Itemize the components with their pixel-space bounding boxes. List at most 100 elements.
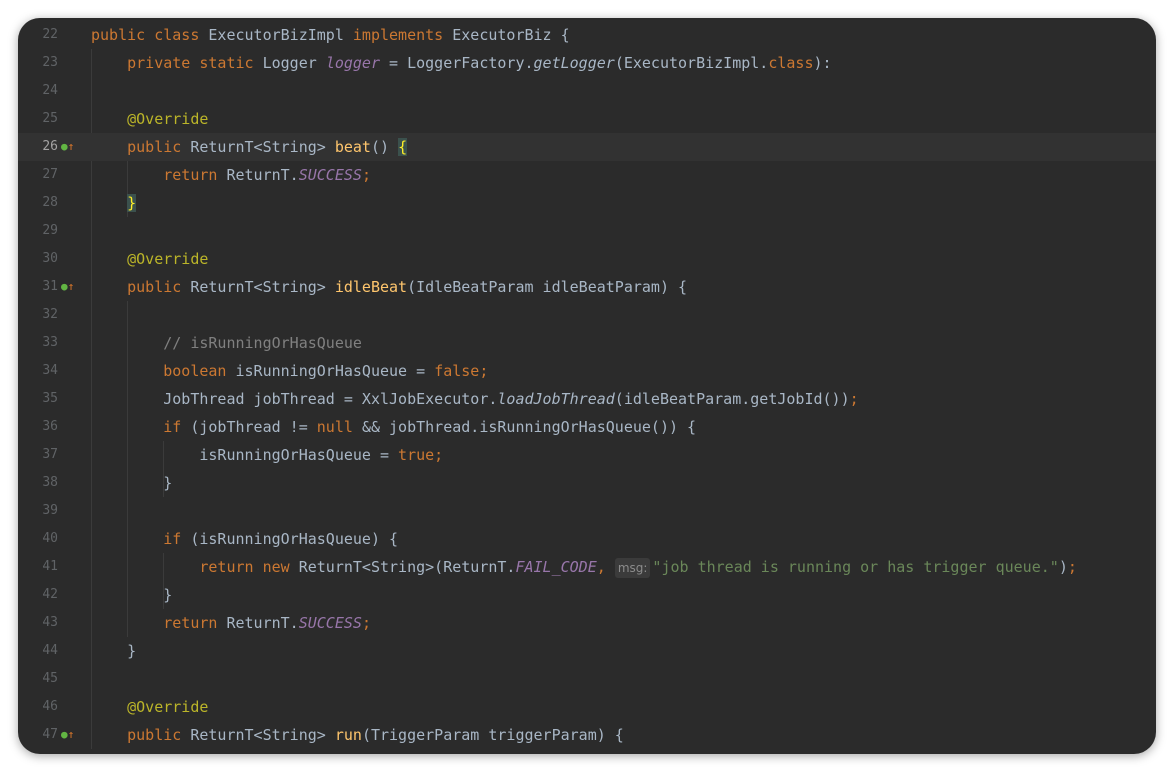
line-number[interactable]: 29 <box>18 217 58 245</box>
line-number[interactable]: 44 <box>18 637 58 665</box>
code-text[interactable]: JobThread jobThread = XxlJobExecutor.loa… <box>91 385 858 413</box>
line-number[interactable]: 26 <box>18 133 58 161</box>
code-text[interactable]: return ReturnT.SUCCESS; <box>91 161 371 189</box>
code-token: public class <box>91 26 209 44</box>
line-number[interactable]: 37 <box>18 441 58 469</box>
code-token: logger <box>325 54 380 72</box>
line-number[interactable]: 43 <box>18 609 58 637</box>
code-text[interactable]: if (jobThread != null && jobThread.isRun… <box>91 413 696 441</box>
code-token: } <box>127 194 137 212</box>
code-text[interactable]: isRunningOrHasQueue = true; <box>91 441 443 469</box>
line-number[interactable]: 39 <box>18 497 58 525</box>
code-token: && jobThread.isRunningOrHasQueue()) { <box>361 418 697 436</box>
code-line[interactable]: 36 if (jobThread != null && jobThread.is… <box>18 413 1156 441</box>
code-line[interactable]: 32 <box>18 301 1156 329</box>
code-token: beat <box>334 138 371 156</box>
line-number[interactable]: 41 <box>18 553 58 581</box>
code-token: loadJobThread <box>497 390 615 408</box>
line-number[interactable]: 33 <box>18 329 58 357</box>
code-line[interactable]: 26 ●↑ public ReturnT<String> beat() { <box>18 133 1156 161</box>
line-number[interactable]: 22 <box>18 21 58 49</box>
line-number[interactable]: 40 <box>18 525 58 553</box>
code-line[interactable]: 46 @Override <box>18 693 1156 721</box>
code-text[interactable]: } <box>91 189 137 217</box>
code-line[interactable]: 42 } <box>18 581 1156 609</box>
code-token: class <box>768 54 814 72</box>
code-token: @Override <box>127 250 209 268</box>
code-text[interactable]: } <box>91 581 172 609</box>
line-number[interactable]: 38 <box>18 469 58 497</box>
code-token: SUCCESS <box>298 614 362 632</box>
code-line[interactable]: 35 JobThread jobThread = XxlJobExecutor.… <box>18 385 1156 413</box>
code-text[interactable]: public ReturnT<String> beat() { <box>91 133 408 161</box>
code-line[interactable]: 22 public class ExecutorBizImpl implement… <box>18 21 1156 49</box>
code-token: , <box>596 558 615 576</box>
code-line[interactable]: 33 // isRunningOrHasQueue <box>18 329 1156 357</box>
implements-method-icon[interactable]: ●↑ <box>61 133 74 161</box>
line-number[interactable]: 34 <box>18 357 58 385</box>
code-line[interactable]: 31 ●↑ public ReturnT<String> idleBeat(Idl… <box>18 273 1156 301</box>
code-token: ExecutorBiz { <box>452 26 570 44</box>
code-line[interactable]: 24 <box>18 77 1156 105</box>
line-number[interactable]: 35 <box>18 385 58 413</box>
line-number[interactable]: 47 <box>18 721 58 749</box>
code-line[interactable]: 25 @Override <box>18 105 1156 133</box>
line-number[interactable]: 28 <box>18 189 58 217</box>
code-line[interactable]: 37 isRunningOrHasQueue = true; <box>18 441 1156 469</box>
code-text[interactable]: public class ExecutorBizImpl implements … <box>91 21 570 49</box>
code-line[interactable]: 34 boolean isRunningOrHasQueue = false; <box>18 357 1156 385</box>
line-number[interactable]: 23 <box>18 49 58 77</box>
line-number[interactable]: 24 <box>18 77 58 105</box>
code-line[interactable]: 45 <box>18 665 1156 693</box>
code-token: isRunningOrHasQueue = <box>235 362 435 380</box>
line-number[interactable]: 42 <box>18 581 58 609</box>
line-number[interactable]: 36 <box>18 413 58 441</box>
code-text[interactable]: @Override <box>91 693 208 721</box>
code-token: @Override <box>127 698 209 716</box>
code-line[interactable]: 44 } <box>18 637 1156 665</box>
code-line[interactable]: 41 return new ReturnT<String>(ReturnT.FA… <box>18 553 1156 581</box>
implements-method-icon[interactable]: ●↑ <box>61 721 74 749</box>
code-line[interactable]: 28 } <box>18 189 1156 217</box>
line-number[interactable]: 45 <box>18 665 58 693</box>
code-text[interactable]: return ReturnT.SUCCESS; <box>91 609 371 637</box>
code-line[interactable]: 27 return ReturnT.SUCCESS; <box>18 161 1156 189</box>
implements-method-icon[interactable]: ●↑ <box>61 273 74 301</box>
code-text[interactable]: public ReturnT<String> idleBeat(IdleBeat… <box>91 273 687 301</box>
code-text[interactable]: return new ReturnT<String>(ReturnT.FAIL_… <box>91 553 1077 581</box>
code-editor[interactable]: 22 public class ExecutorBizImpl implement… <box>18 18 1156 754</box>
code-line[interactable]: 40 if (isRunningOrHasQueue) { <box>18 525 1156 553</box>
code-token: ReturnT<String> <box>190 278 335 296</box>
code-token: idleBeat <box>334 278 408 296</box>
code-line[interactable]: 23 private static Logger logger = Logger… <box>18 49 1156 77</box>
line-number[interactable]: 32 <box>18 301 58 329</box>
code-text[interactable]: // isRunningOrHasQueue <box>91 329 362 357</box>
code-text[interactable]: } <box>91 469 172 497</box>
line-number[interactable]: 30 <box>18 245 58 273</box>
code-text[interactable]: public ReturnT<String> run(TriggerParam … <box>91 721 624 749</box>
code-text[interactable]: boolean isRunningOrHasQueue = false; <box>91 357 488 385</box>
line-number[interactable]: 25 <box>18 105 58 133</box>
code-text[interactable]: } <box>91 637 136 665</box>
code-text[interactable]: private static Logger logger = LoggerFac… <box>91 49 831 77</box>
code-line[interactable]: 30 @Override <box>18 245 1156 273</box>
code-token: private static <box>127 54 263 72</box>
line-number[interactable]: 31 <box>18 273 58 301</box>
code-line[interactable]: 29 <box>18 217 1156 245</box>
code-token: (IdleBeatParam idleBeatParam) { <box>407 278 688 296</box>
code-text[interactable]: @Override <box>91 245 208 273</box>
code-line[interactable]: 38 } <box>18 469 1156 497</box>
line-number[interactable]: 46 <box>18 693 58 721</box>
code-text[interactable]: @Override <box>91 105 208 133</box>
code-text[interactable]: if (isRunningOrHasQueue) { <box>91 525 398 553</box>
code-line[interactable]: 43 return ReturnT.SUCCESS; <box>18 609 1156 637</box>
impl-dot-icon: ● <box>61 728 68 741</box>
line-number[interactable]: 27 <box>18 161 58 189</box>
code-line[interactable]: 39 <box>18 497 1156 525</box>
code-line[interactable]: 47 ●↑ public ReturnT<String> run(TriggerP… <box>18 721 1156 749</box>
